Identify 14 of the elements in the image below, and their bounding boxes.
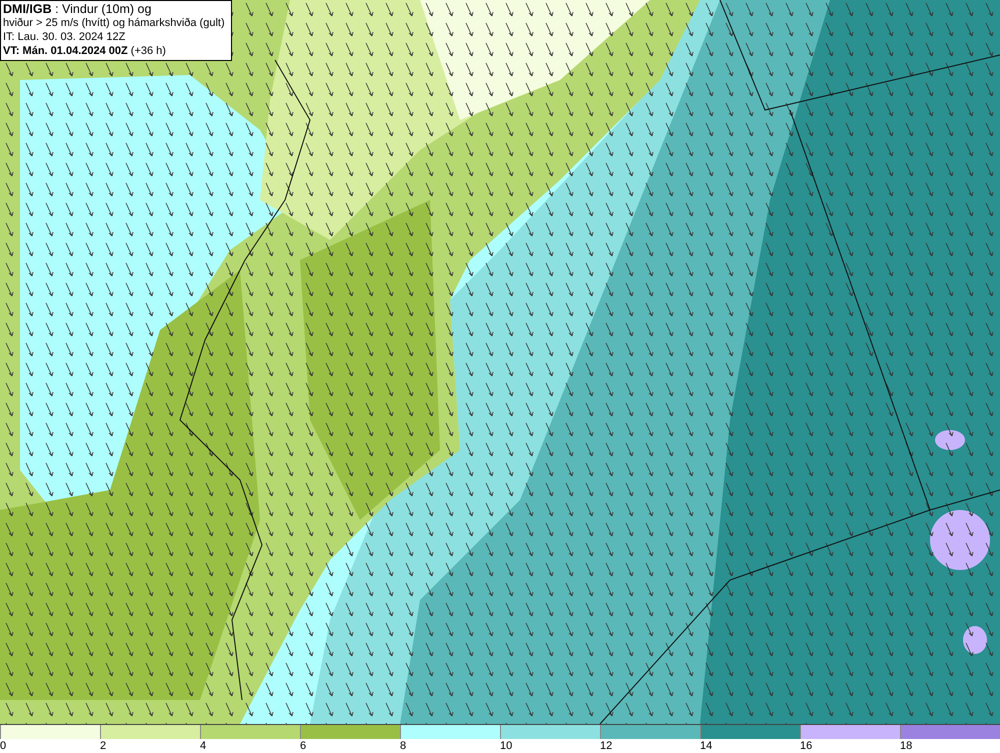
legend-label: 16 xyxy=(800,739,814,753)
legend-label: 8 xyxy=(400,739,408,753)
info-text: IT: Lau. 30. 03. 2024 12Z xyxy=(3,30,126,44)
info-text: hviður > 25 m/s (hvítt) og hámarkshviða (gult) xyxy=(3,16,226,30)
info-text: VT: Mán. 01.04.2024 00Z (+36 h) xyxy=(3,44,167,58)
legend-label: 14 xyxy=(700,739,714,753)
legend-label: 2 xyxy=(100,739,108,753)
legend-label: 10 xyxy=(500,739,514,753)
legend-label: 6 xyxy=(300,739,308,753)
legend-label: 18 xyxy=(900,739,914,753)
info-text: DMI/IGB : Vindur (10m) og xyxy=(3,2,152,16)
legend-label: 12 xyxy=(600,739,614,753)
legend-label: 4 xyxy=(200,739,208,753)
legend-label: 0 xyxy=(0,739,8,753)
